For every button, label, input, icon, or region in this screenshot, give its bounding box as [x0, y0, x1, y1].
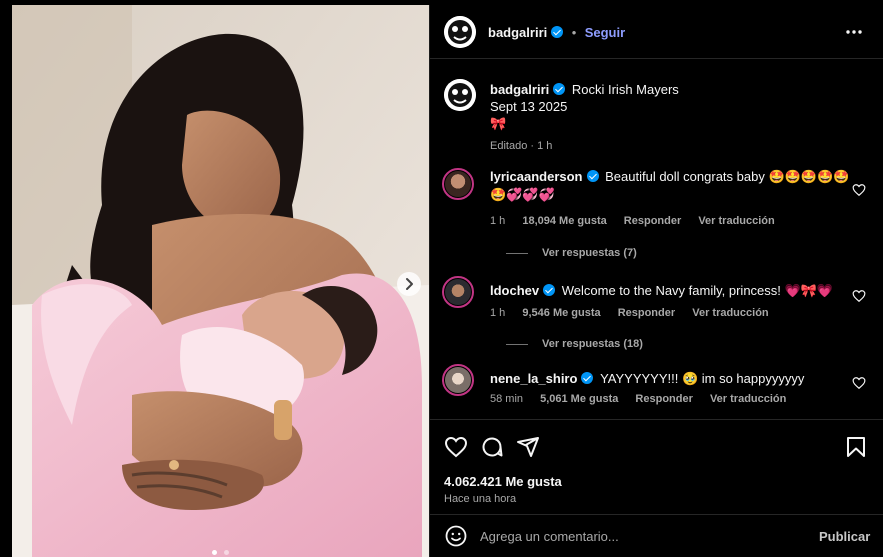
- comment-likes[interactable]: 5,061 Me gusta: [540, 393, 618, 405]
- commenter-avatar[interactable]: [442, 276, 474, 308]
- commenter-avatar[interactable]: [442, 364, 474, 396]
- likes-count[interactable]: 4.062.421 Me gusta: [444, 474, 562, 489]
- author-avatar-image: [444, 16, 476, 48]
- commenter-username[interactable]: ldochev: [490, 283, 539, 298]
- comment-item: nene_la_shiro YAYYYYYY!!! 🥹 im so happyy…: [442, 364, 872, 414]
- comment-body: nene_la_shiro YAYYYYYY!!! 🥹 im so happyy…: [490, 370, 850, 388]
- share-icon: [517, 437, 539, 457]
- caption-username[interactable]: badgalriri: [490, 82, 549, 97]
- reply-button[interactable]: Responder: [618, 307, 675, 319]
- author-avatar[interactable]: [444, 16, 476, 48]
- emoji-icon: [445, 525, 467, 547]
- post-panel: badgalriri • Seguir badgalriri Rocki Iri…: [429, 5, 883, 557]
- comment-meta: 1 h 9,546 Me gusta Responder Ver traducc…: [490, 307, 783, 319]
- comment-likes[interactable]: 9,546 Me gusta: [522, 307, 600, 319]
- like-button[interactable]: [444, 435, 468, 459]
- view-replies-button[interactable]: Ver respuestas (7): [506, 247, 637, 259]
- comment-meta: 58 min 5,061 Me gusta Responder Ver trad…: [490, 393, 800, 405]
- comment-body: ldochev Welcome to the Navy family, prin…: [490, 282, 850, 300]
- post-photo-illustration: [12, 5, 429, 557]
- commenter-avatar[interactable]: [442, 168, 474, 200]
- comment-body: lyricaanderson Beautiful doll congrats b…: [490, 168, 850, 204]
- next-image-icon: [406, 278, 413, 290]
- heart-icon: [852, 290, 866, 303]
- post-actions: 4.062.421 Me gusta Hace una hora: [430, 419, 883, 527]
- translate-button[interactable]: Ver traducción: [692, 307, 768, 319]
- post-time[interactable]: Hace una hora: [444, 493, 516, 505]
- comment-like-button[interactable]: [852, 183, 866, 197]
- comment-like-button[interactable]: [852, 376, 866, 390]
- view-replies-button[interactable]: Ver respuestas (18): [506, 338, 643, 350]
- author-username[interactable]: badgalriri: [488, 25, 547, 40]
- commenter-username[interactable]: nene_la_shiro: [490, 371, 577, 386]
- bookmark-icon: [847, 437, 865, 457]
- comment-meta: 1 h 18,094 Me gusta Responder Ver traduc…: [490, 215, 789, 227]
- translate-button[interactable]: Ver traducción: [710, 393, 786, 405]
- comment-time: 58 min: [490, 393, 524, 405]
- comment-time: 1 h: [490, 215, 506, 227]
- verified-badge-icon: [586, 170, 599, 182]
- caption-emoji: 🎀: [490, 116, 507, 131]
- caption-author-avatar[interactable]: [444, 79, 476, 111]
- caption-block: badgalriri Rocki Irish Mayers Sept 13 20…: [444, 77, 864, 157]
- translate-button[interactable]: Ver traducción: [698, 215, 774, 227]
- comment-text: YAYYYYYY!!! 🥹 im so happyyyyyy: [600, 371, 805, 386]
- carousel-indicator: [212, 542, 230, 557]
- heart-icon: [444, 436, 468, 458]
- follow-button[interactable]: Seguir: [585, 25, 625, 40]
- comment-item: lyricaanderson Beautiful doll congrats b…: [442, 168, 872, 259]
- carousel-dot-active: [212, 550, 217, 555]
- more-options-button[interactable]: [842, 20, 866, 44]
- verified-badge-icon: [581, 372, 594, 384]
- comment-icon: [482, 437, 503, 457]
- comment-likes[interactable]: 18,094 Me gusta: [522, 215, 606, 227]
- caption-author-avatar-image: [444, 79, 476, 111]
- add-comment-bar: Publicar: [430, 514, 883, 557]
- comment-item: ldochev Welcome to the Navy family, prin…: [442, 276, 872, 356]
- verified-badge-icon: [543, 284, 556, 296]
- caption-date: Sept 13 2025: [490, 99, 568, 114]
- post-image[interactable]: [12, 5, 429, 557]
- verified-badge-icon: [551, 26, 564, 38]
- heart-icon: [852, 184, 866, 197]
- edited-label: Editado · 1 h: [490, 140, 553, 152]
- comment-like-button[interactable]: [852, 289, 866, 303]
- comment-button[interactable]: [480, 435, 504, 459]
- comment-input[interactable]: [480, 526, 800, 546]
- comment-time: 1 h: [490, 307, 506, 319]
- next-image-button[interactable]: [397, 272, 421, 296]
- share-button[interactable]: [516, 435, 540, 459]
- commenter-username[interactable]: lyricaanderson: [490, 169, 583, 184]
- verified-badge-icon: [553, 83, 566, 95]
- heart-icon: [852, 377, 866, 390]
- publish-button[interactable]: Publicar: [819, 529, 870, 544]
- comment-text: Welcome to the Navy family, princess! 💗🎀…: [561, 283, 834, 298]
- reply-button[interactable]: Responder: [635, 393, 692, 405]
- emoji-button[interactable]: [444, 524, 468, 548]
- post-header: badgalriri • Seguir: [430, 5, 883, 59]
- save-button[interactable]: [844, 435, 868, 459]
- reply-button[interactable]: Responder: [624, 215, 681, 227]
- post-modal: badgalriri • Seguir badgalriri Rocki Iri…: [0, 0, 883, 557]
- caption-text: Rocki Irish Mayers: [571, 82, 679, 97]
- separator-dot: •: [571, 25, 577, 40]
- more-options-icon: [846, 30, 862, 34]
- carousel-dot: [224, 550, 230, 555]
